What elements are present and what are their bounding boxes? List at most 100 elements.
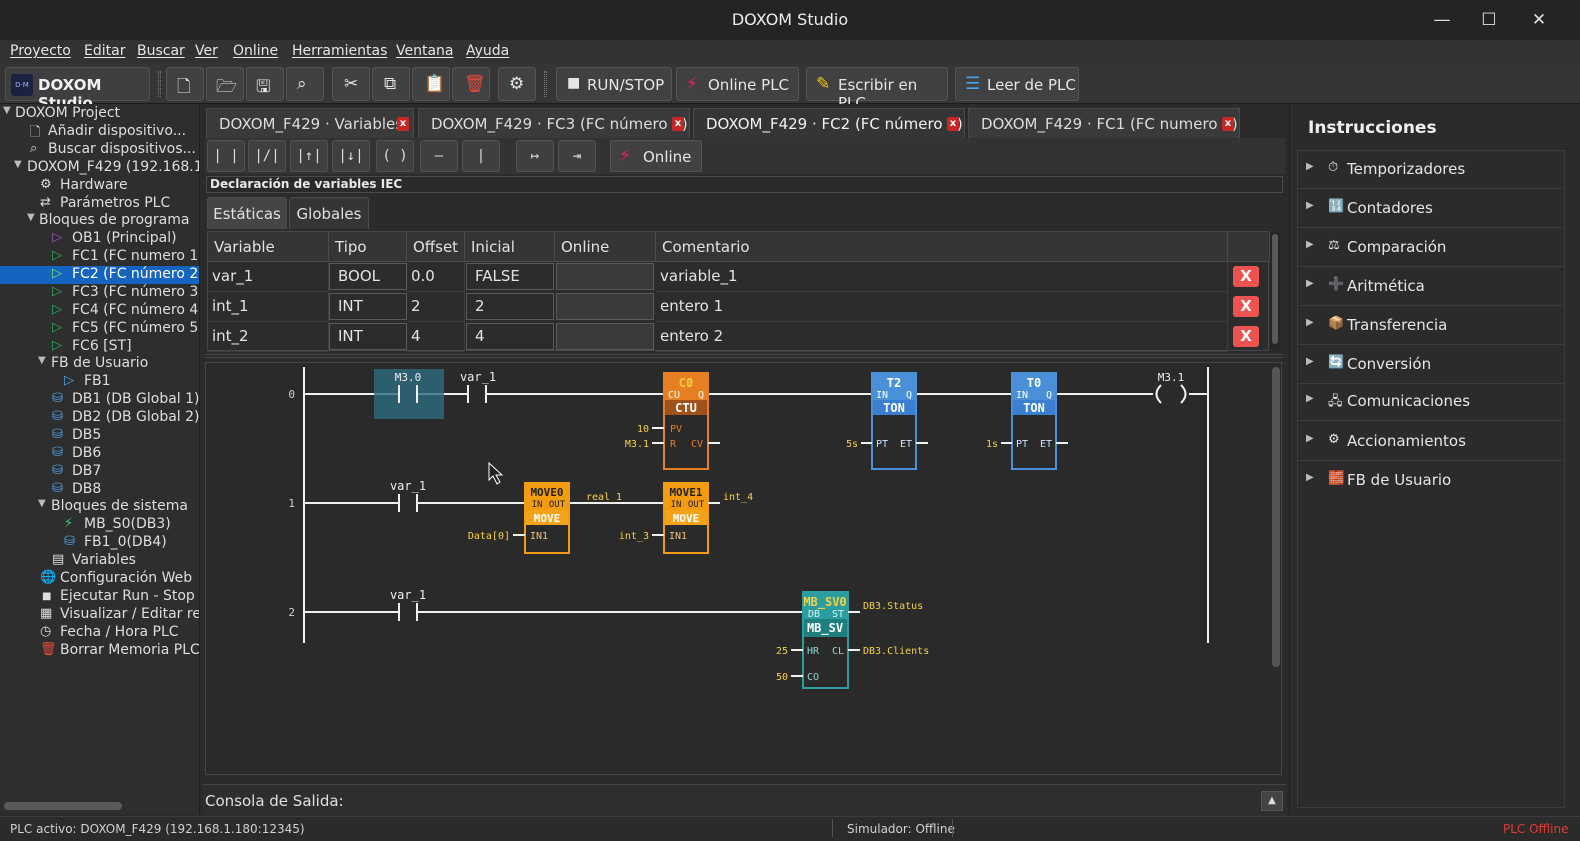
contact-no-button[interactable]: | | bbox=[207, 140, 245, 172]
ladder-online-button[interactable]: ⚡ Online bbox=[610, 140, 702, 172]
cell-inicial[interactable]: 4 bbox=[466, 323, 554, 350]
tab-fc3[interactable]: DOXOM_F429 · FC3 (FC número 3) x bbox=[418, 108, 690, 138]
toolbar-grip[interactable] bbox=[158, 71, 161, 97]
cell-offset[interactable]: 2 bbox=[407, 292, 465, 322]
tree-variables[interactable]: ▤ Variables bbox=[0, 552, 199, 570]
cell-offset[interactable]: 4 bbox=[407, 322, 465, 352]
write-plc-button[interactable]: ✎ Escribir en PLC bbox=[806, 67, 948, 112]
tree-system-blocks[interactable]: ▼ Bloques de sistema bbox=[0, 498, 199, 516]
tree-user-fb[interactable]: ▼ FB de Usuario bbox=[0, 355, 199, 373]
instr-transferencia[interactable]: ▶ 📦 Transferencia bbox=[1298, 307, 1564, 345]
tree-db6[interactable]: ⛁ DB6 bbox=[0, 445, 199, 463]
tree-db5[interactable]: ⛁ DB5 bbox=[0, 427, 199, 445]
instr-fb-usuario[interactable]: ▶ 🧱 FB de Usuario bbox=[1298, 462, 1564, 500]
instr-conversion[interactable]: ▶ 🔄 Conversión bbox=[1298, 346, 1564, 384]
tab-fc2[interactable]: DOXOM_F429 · FC2 (FC número 2) x bbox=[693, 108, 965, 138]
contact-falling-button[interactable]: |↓| bbox=[332, 140, 370, 172]
tab-globales[interactable]: Globales bbox=[289, 197, 369, 229]
cell-tipo[interactable]: BOOL bbox=[329, 263, 407, 290]
tree-db1[interactable]: ⛁ DB1 (DB Global 1) bbox=[0, 391, 199, 409]
close-button[interactable]: ✕ bbox=[1524, 8, 1554, 32]
instr-accionamientos[interactable]: ▶ ⚙ Accionamientos bbox=[1298, 423, 1564, 461]
horizontal-wire-button[interactable]: — bbox=[420, 140, 458, 172]
table-scrollbar[interactable] bbox=[1270, 232, 1280, 349]
cell-variable[interactable]: int_2 bbox=[208, 322, 329, 352]
menu-ventana[interactable]: Ventana bbox=[396, 43, 454, 59]
instr-temporizadores[interactable]: ▶ ⏱ Temporizadores bbox=[1298, 151, 1564, 189]
branch-open-button[interactable]: ↦ bbox=[516, 140, 554, 172]
ladder-scrollbar[interactable] bbox=[1272, 367, 1280, 667]
tab-fc1[interactable]: DOXOM_F429 · FC1 (FC numero 1) x bbox=[968, 108, 1240, 138]
menu-ver[interactable]: Ver bbox=[195, 43, 218, 59]
cut-button[interactable]: ✂ bbox=[332, 67, 370, 101]
tree-program-blocks[interactable]: ▼ Bloques de programa bbox=[0, 212, 199, 230]
cell-comentario[interactable]: entero 1 bbox=[656, 292, 1228, 322]
cell-tipo[interactable]: INT bbox=[329, 323, 407, 350]
tree-fb1-0[interactable]: ⛁ FB1_0(DB4) bbox=[0, 534, 199, 552]
tree-fc5[interactable]: ▷ FC5 (FC número 5) bbox=[0, 320, 199, 338]
tab-estaticas[interactable]: Estáticas bbox=[207, 197, 287, 229]
tree-horizontal-scrollbar[interactable] bbox=[4, 802, 122, 810]
col-variable[interactable]: Variable bbox=[208, 232, 329, 262]
cell-inicial[interactable]: 2 bbox=[466, 293, 554, 320]
tree-mb-s0[interactable]: ⚡ MB_S0(DB3) bbox=[0, 516, 199, 534]
cell-tipo[interactable]: INT bbox=[329, 293, 407, 320]
tab-close-icon[interactable]: x bbox=[947, 117, 959, 131]
cell-inicial[interactable]: FALSE bbox=[466, 263, 554, 290]
tab-close-icon[interactable]: x bbox=[672, 117, 684, 131]
run-stop-button[interactable]: ■ RUN/STOP bbox=[556, 67, 672, 101]
copy-button[interactable]: ⧉ bbox=[372, 67, 410, 101]
minimize-button[interactable]: — bbox=[1427, 8, 1457, 32]
col-tipo[interactable]: Tipo bbox=[329, 232, 407, 262]
tab-close-icon[interactable]: x bbox=[1222, 117, 1234, 131]
tree-fb1[interactable]: ▷ FB1 bbox=[0, 373, 199, 391]
tree-fc2[interactable]: ▷ FC2 (FC número 2) bbox=[0, 266, 199, 284]
online-plc-button[interactable]: ⚡ Online PLC bbox=[676, 67, 799, 101]
menu-online[interactable]: Online bbox=[233, 43, 278, 59]
splitter[interactable] bbox=[205, 354, 1283, 358]
tree-fc1[interactable]: ▷ FC1 (FC numero 1) bbox=[0, 248, 199, 266]
col-inicial[interactable]: Inicial bbox=[465, 232, 555, 262]
delete-row-button[interactable]: X bbox=[1233, 266, 1259, 287]
delete-row-button[interactable]: X bbox=[1233, 296, 1259, 317]
save-button[interactable]: 🖫 bbox=[246, 67, 284, 101]
tree-fc3[interactable]: ▷ FC3 (FC número 3) bbox=[0, 284, 199, 302]
col-comentario[interactable]: Comentario bbox=[656, 232, 1228, 262]
coil-m3-1[interactable] bbox=[1155, 384, 1187, 404]
cell-comentario[interactable]: entero 2 bbox=[656, 322, 1228, 352]
settings-button[interactable]: ⚙ bbox=[498, 67, 536, 101]
tree-db8[interactable]: ⛁ DB8 bbox=[0, 481, 199, 499]
cell-variable[interactable]: int_1 bbox=[208, 292, 329, 322]
menu-ayuda[interactable]: Ayuda bbox=[466, 43, 509, 59]
tab-variables[interactable]: DOXOM_F429 · Variables x bbox=[206, 108, 414, 138]
tree-fc6[interactable]: ▷ FC6 [ST] bbox=[0, 338, 199, 356]
instr-contadores[interactable]: ▶ 🔢 Contadores bbox=[1298, 190, 1564, 228]
branch-close-button[interactable]: ⇥ bbox=[558, 140, 596, 172]
col-offset[interactable]: Offset bbox=[407, 232, 465, 262]
scrollbar-thumb[interactable] bbox=[1272, 234, 1278, 344]
coil-button[interactable]: ( ) bbox=[376, 140, 414, 172]
tree-web-config[interactable]: 🌐 Configuración Web bbox=[0, 570, 199, 588]
instr-comparacion[interactable]: ▶ ⚖ Comparación bbox=[1298, 229, 1564, 267]
instr-aritmetica[interactable]: ▶ ➕ Aritmética bbox=[1298, 268, 1564, 306]
new-file-button[interactable]: 🗋 bbox=[166, 67, 204, 101]
paste-button[interactable]: 📋 bbox=[412, 67, 450, 101]
menu-buscar[interactable]: Buscar bbox=[137, 43, 185, 59]
tree-add-device[interactable]: 🗋 Añadir dispositivo... bbox=[0, 123, 199, 141]
menu-proyecto[interactable]: Proyecto bbox=[10, 43, 71, 59]
toolbar-grip-2[interactable] bbox=[544, 71, 547, 97]
tree-run-stop[interactable]: ■ Ejecutar Run - Stop bbox=[0, 588, 199, 606]
console-toggle-button[interactable]: ▲ bbox=[1261, 791, 1283, 811]
cell-offset[interactable]: 0.0 bbox=[407, 262, 465, 292]
open-folder-button[interactable]: 🗁 bbox=[206, 67, 244, 101]
tree-db7[interactable]: ⛁ DB7 bbox=[0, 463, 199, 481]
read-plc-button[interactable]: ☰ Leer de PLC bbox=[955, 67, 1079, 101]
contact-var-1-rung0[interactable] bbox=[467, 385, 487, 403]
tree-date-time[interactable]: ◷ Fecha / Hora PLC bbox=[0, 624, 199, 642]
delete-button[interactable]: 🗑 bbox=[452, 67, 490, 101]
maximize-button[interactable]: ☐ bbox=[1474, 8, 1504, 32]
tree-view-regs[interactable]: ▦ Visualizar / Editar regis bbox=[0, 606, 199, 624]
tree-fc4[interactable]: ▷ FC4 (FC número 4) bbox=[0, 302, 199, 320]
menu-herramientas[interactable]: Herramientas bbox=[292, 43, 387, 59]
contact-var-1-rung2[interactable] bbox=[398, 603, 418, 621]
